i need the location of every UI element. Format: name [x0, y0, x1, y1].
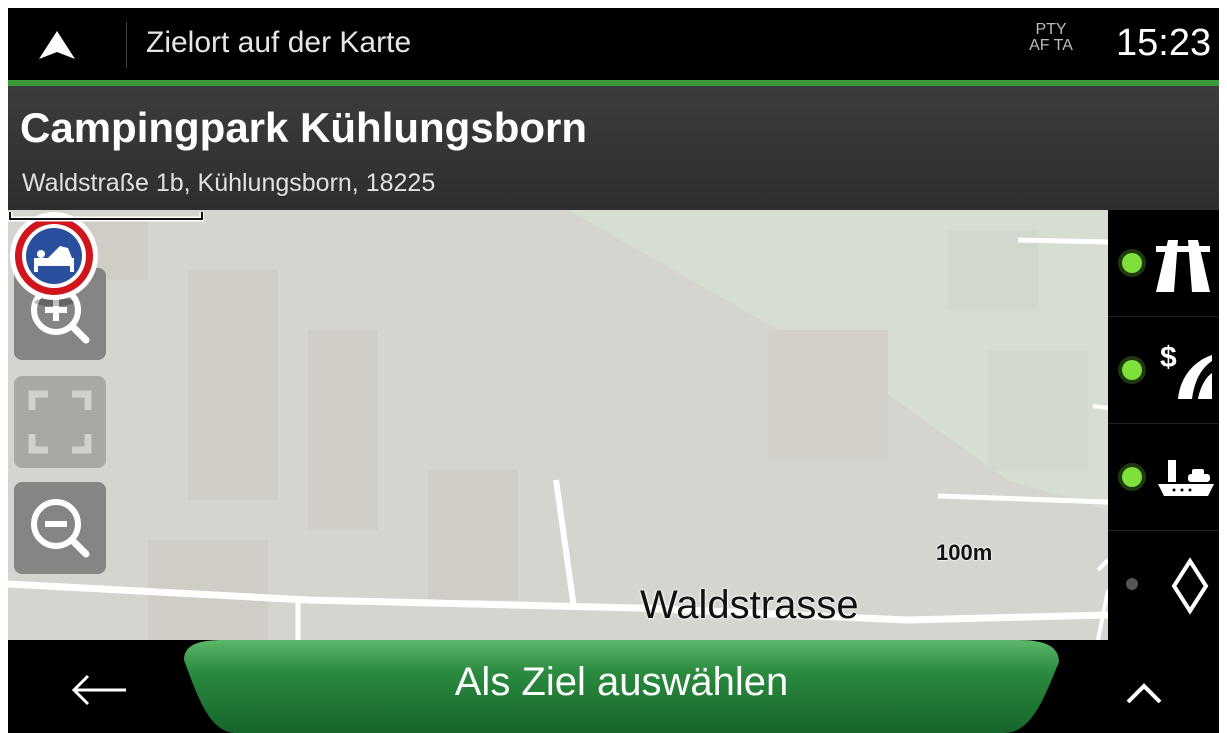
map-canvas	[8, 210, 1108, 640]
radio-af-ta-label: AF TA	[1029, 37, 1073, 54]
zoom-out-icon	[31, 499, 90, 558]
place-address: Waldstraße 1b, Kühlungsborn, 18225	[22, 169, 436, 197]
navigation-arrow-icon[interactable]	[38, 30, 76, 60]
chevron-up-icon	[1126, 683, 1162, 704]
map-view[interactable]: 100m Waldstrasse	[8, 210, 1108, 640]
svg-text:$: $	[1160, 341, 1177, 374]
radio-pty-label: PTY	[1035, 21, 1067, 38]
fit-view-button[interactable]	[14, 376, 106, 468]
indicator-on	[1118, 249, 1146, 277]
topbar-divider	[126, 22, 127, 68]
select-destination-button[interactable]: Als Ziel auswählen	[184, 638, 1059, 733]
road-label: Waldstrasse	[640, 583, 859, 627]
route-option-ferry-graphic	[1118, 460, 1214, 496]
route-option-toll-road[interactable]: $	[1108, 317, 1219, 424]
navigation-screen: Zielort auf der Karte PTY AF TA 15:23 Ca…	[8, 8, 1219, 733]
route-option-ferry[interactable]	[1108, 424, 1219, 531]
scale-label: 100m	[936, 540, 993, 565]
route-option-motorway-graphic	[1118, 240, 1210, 292]
poi-marker[interactable]	[8, 210, 100, 310]
scale-bar	[8, 212, 204, 222]
place-name: Campingpark Kühlungsborn	[20, 104, 587, 151]
route-options-panel: $	[1108, 210, 1219, 640]
back-arrow-icon	[71, 674, 126, 706]
toll-road-icon: $	[1160, 341, 1212, 399]
clock: 15:23	[1116, 22, 1212, 64]
fit-view-icon	[28, 390, 92, 454]
indicator-on	[1118, 356, 1146, 384]
place-header: Campingpark Kühlungsborn Waldstraße 1b, …	[8, 86, 1219, 210]
bottom-bar: Als Ziel auswählen	[8, 640, 1219, 733]
motorway-icon	[1156, 240, 1210, 292]
top-bar: Zielort auf der Karte PTY AF TA 15:23	[8, 8, 1219, 80]
indicator-off	[1126, 578, 1138, 590]
more-options-button[interactable]	[1108, 668, 1178, 718]
page-title: Zielort auf der Karte	[146, 26, 412, 59]
unpaved-road-icon	[1171, 557, 1209, 615]
indicator-on	[1118, 463, 1146, 491]
back-button[interactable]	[58, 660, 148, 720]
route-option-toll-road-graphic: $	[1118, 341, 1212, 399]
route-option-unpaved[interactable]	[1108, 531, 1219, 637]
route-option-motorway[interactable]	[1108, 210, 1219, 317]
ferry-icon	[1158, 460, 1214, 496]
select-destination-label: Als Ziel auswählen	[454, 660, 789, 704]
zoom-out-button[interactable]	[14, 482, 106, 574]
route-option-unpaved-graphic	[1126, 557, 1209, 615]
radio-status: PTY AF TA	[1021, 22, 1081, 54]
